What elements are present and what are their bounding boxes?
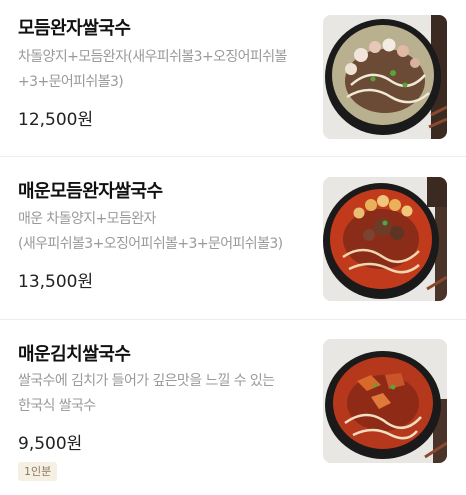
menu-item-photo [323, 15, 447, 139]
menu-item-name: 모듬완자쌀국수 [18, 18, 131, 39]
menu-item-meatball-pho[interactable]: 모듬완자쌀국수 차돌양지+모듬완자(새우피쉬볼3+오징어피쉬볼+3+문어피쉬볼3… [0, 0, 466, 156]
menu-item-kimchi-pho[interactable]: 매운김치쌀국수 쌀국수에 김치가 들어가 깊은맛을 느낄 수 있는 한국식 쌀국… [0, 320, 466, 495]
menu-item-description: 매운 차돌양지+모듬완자(새우피쉬볼3+오징어피쉬볼+3+문어피쉬볼3) [18, 211, 283, 252]
menu-item-name: 매운김치쌀국수 [18, 344, 131, 365]
menu-item-price: 9,500원 [18, 434, 83, 454]
menu-item-photo [323, 177, 447, 301]
menu-item-spicy-meatball-pho[interactable]: 매운모듬완자쌀국수 매운 차돌양지+모듬완자(새우피쉬볼3+오징어피쉬볼+3+문… [0, 157, 466, 319]
portion-badge: 1인분 [18, 462, 58, 481]
menu-item-price: 13,500원 [18, 272, 94, 292]
menu-item-description: 차돌양지+모듬완자(새우피쉬볼3+오징어피쉬볼+3+문어피쉬볼3) [18, 49, 287, 90]
menu-item-name: 매운모듬완자쌀국수 [18, 181, 163, 202]
menu-item-price: 12,500원 [18, 110, 94, 130]
menu-item-photo [323, 339, 447, 463]
menu-item-description: 쌀국수에 김치가 들어가 깊은맛을 느낄 수 있는 한국식 쌀국수 [18, 373, 275, 414]
menu-list: 모듬완자쌀국수 차돌양지+모듬완자(새우피쉬볼3+오징어피쉬볼+3+문어피쉬볼3… [0, 0, 466, 495]
